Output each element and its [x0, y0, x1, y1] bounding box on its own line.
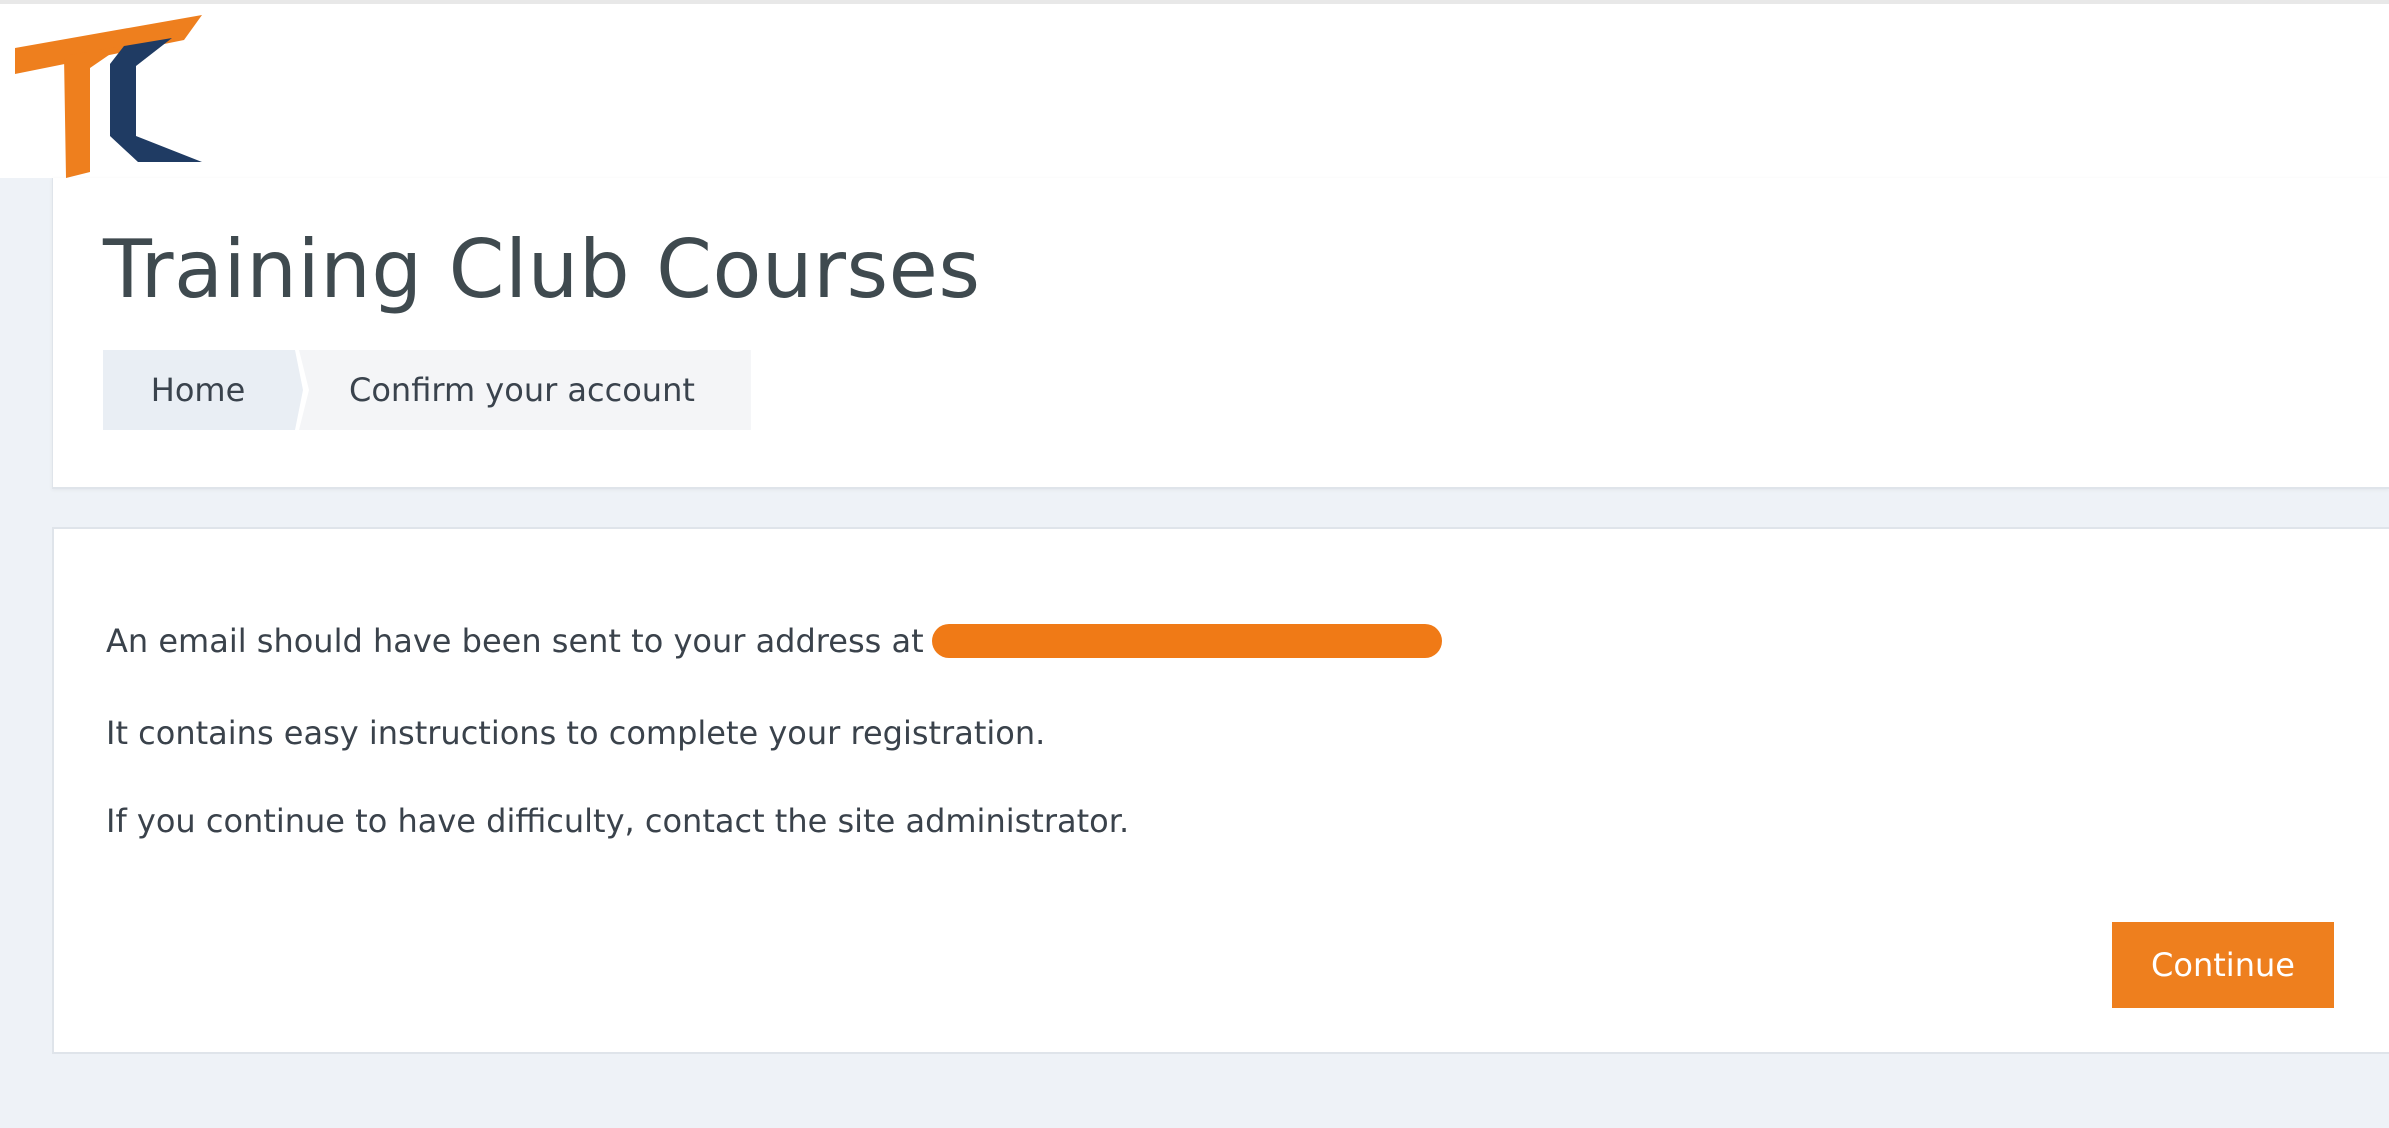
breadcrumb-current: Confirm your account [299, 350, 751, 430]
email-sent-text: An email should have been sent to your a… [106, 622, 924, 660]
breadcrumb-home-link[interactable]: Home [103, 350, 303, 430]
tc-logo-icon[interactable] [12, 12, 212, 182]
redacted-email [931, 624, 1442, 658]
continue-button[interactable]: Continue [2112, 922, 2334, 1008]
difficulty-message: If you continue to have difficulty, cont… [106, 802, 1130, 840]
confirmation-card: An email should have been sent to your a… [52, 527, 2389, 1054]
page-title: Training Club Courses [103, 223, 981, 316]
email-sent-message: An email should have been sent to your a… [106, 619, 1442, 663]
instructions-message: It contains easy instructions to complet… [106, 714, 1046, 752]
page-header-card: Training Club Courses Home Confirm your … [52, 178, 2389, 489]
breadcrumb: Home Confirm your account [103, 350, 751, 430]
site-header [0, 0, 2389, 178]
